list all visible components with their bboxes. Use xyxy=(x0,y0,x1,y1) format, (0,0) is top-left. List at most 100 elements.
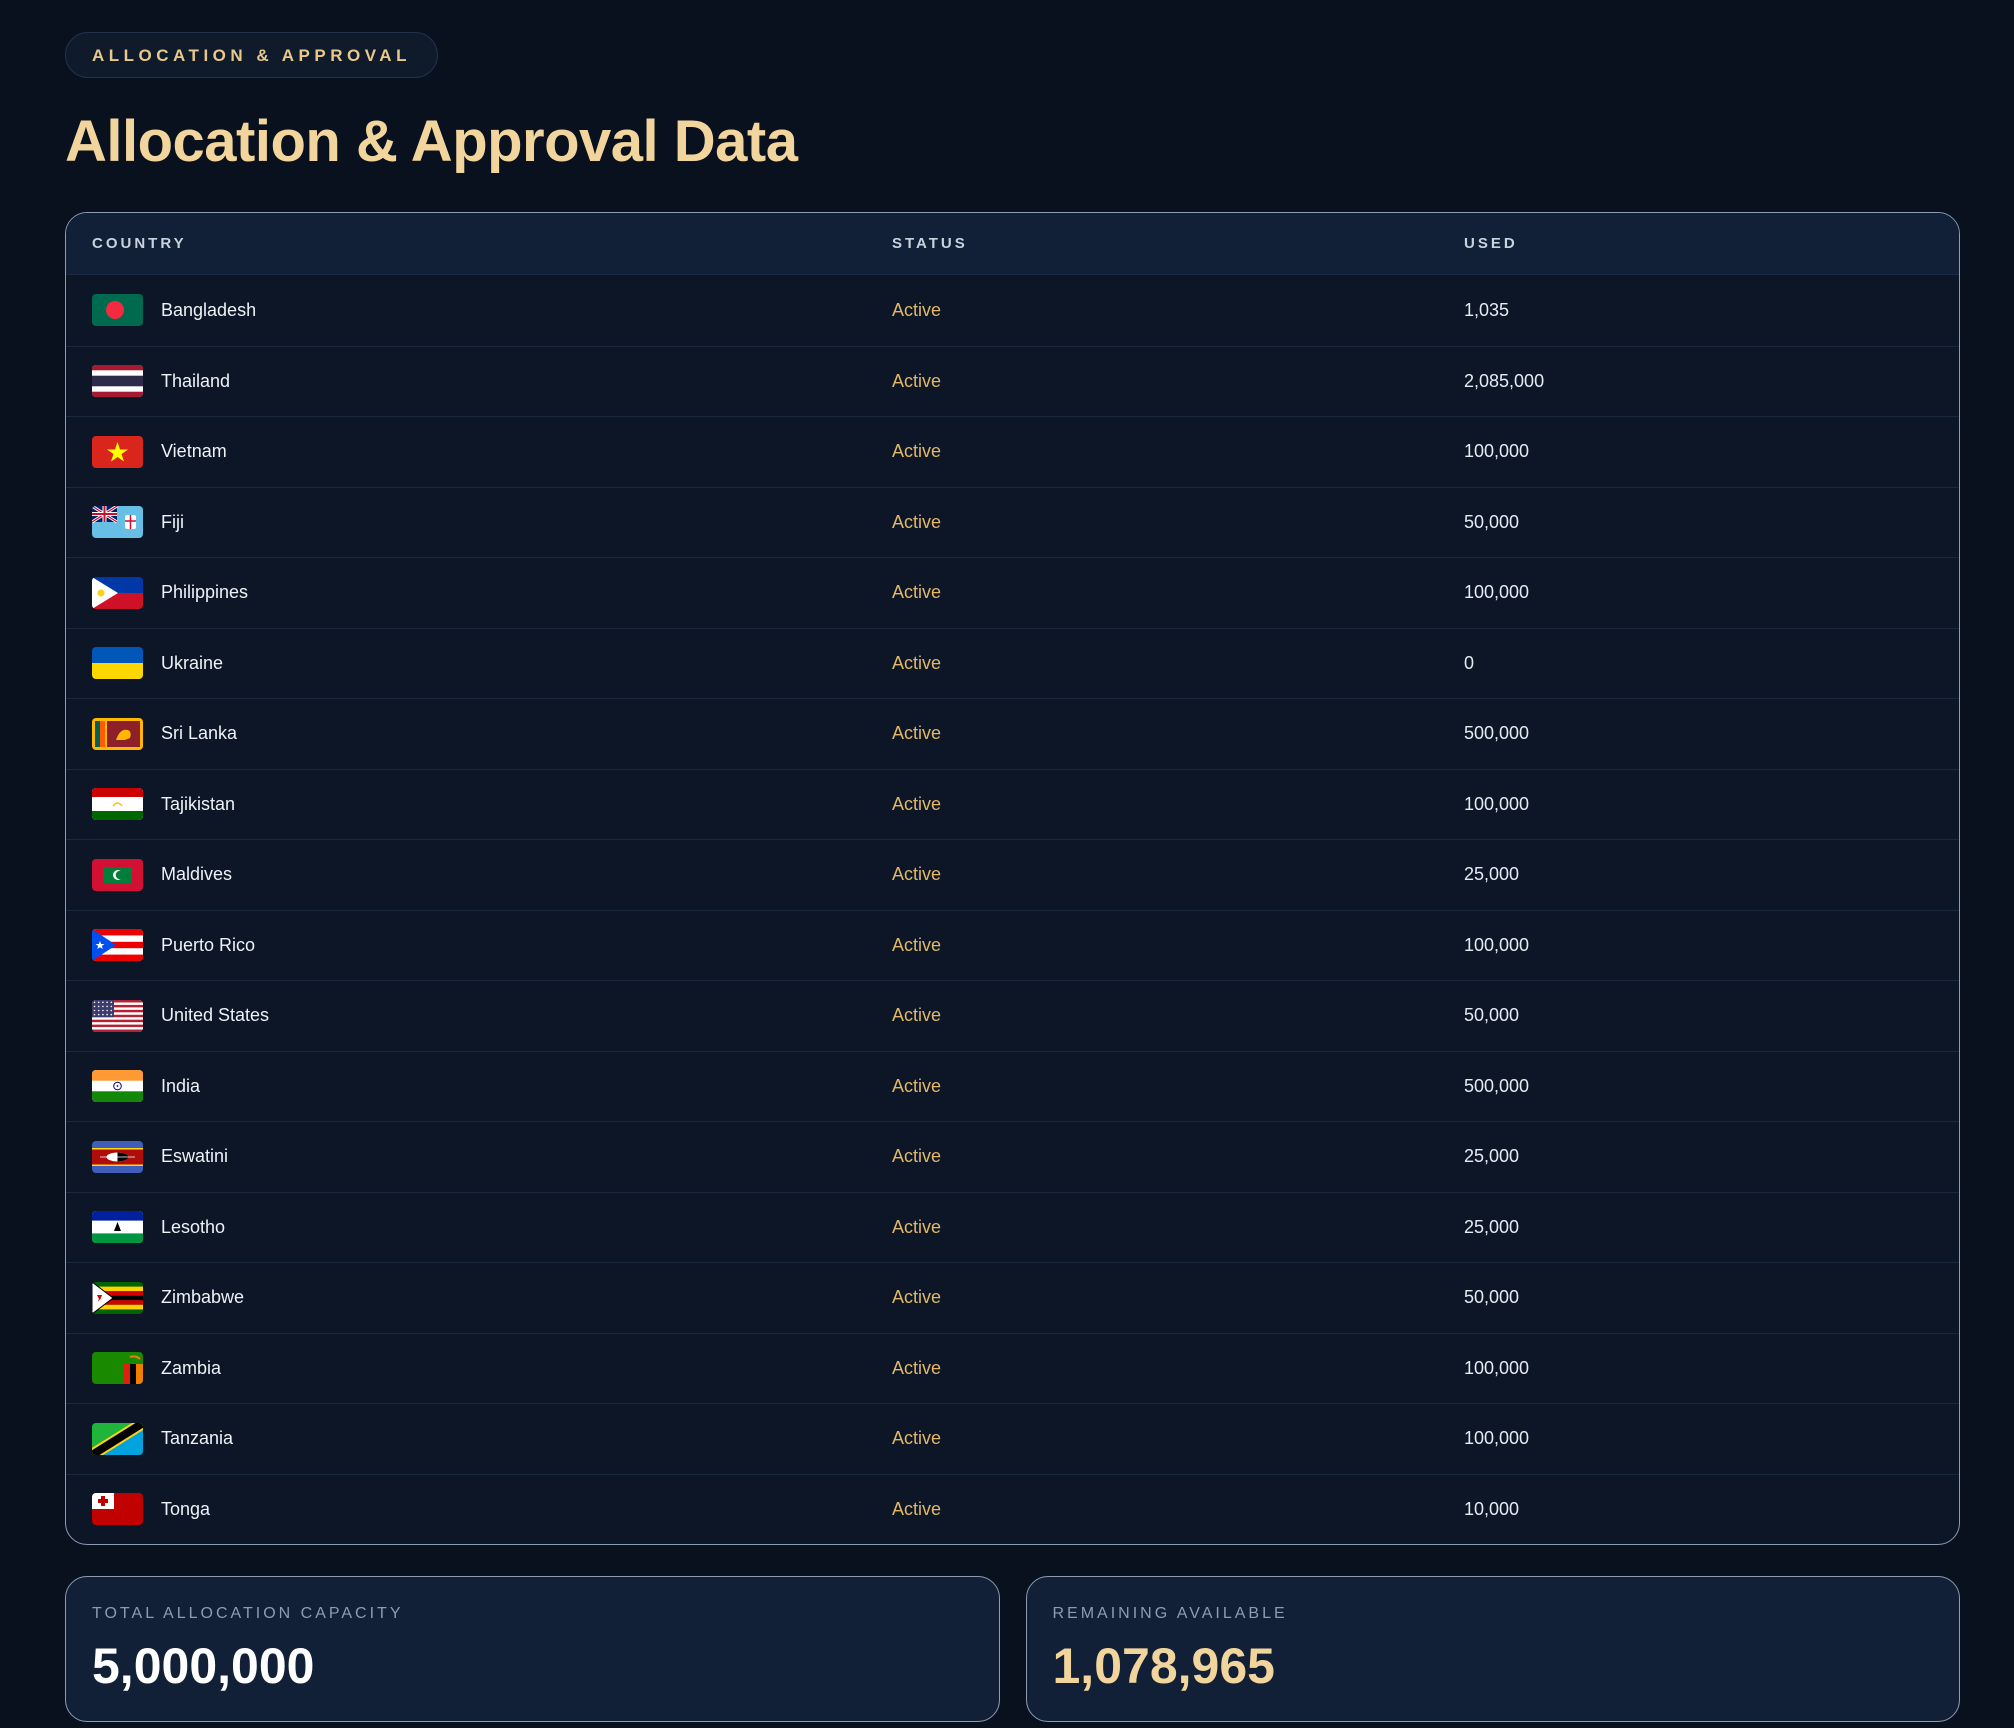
country-name: Lesotho xyxy=(161,1216,226,1237)
country-name: Vietnam xyxy=(161,441,227,462)
used-value: 50,000 xyxy=(1464,1005,1520,1026)
lesotho-flag-icon xyxy=(92,1211,143,1244)
sri-lanka-flag-icon xyxy=(92,717,143,750)
used-value: 10,000 xyxy=(1464,1498,1520,1519)
table-row[interactable]: Maldives Active 25,000 xyxy=(66,839,1959,910)
maldives-flag-icon xyxy=(92,858,143,891)
table-row[interactable]: Bangladesh Active 1,035 xyxy=(66,275,1959,346)
status-badge: Active xyxy=(892,864,942,885)
status-badge: Active xyxy=(892,441,942,462)
table-row[interactable]: Tonga Active 10,000 xyxy=(66,1473,1959,1545)
zimbabwe-flag-icon xyxy=(92,1281,143,1314)
used-value: 100,000 xyxy=(1464,441,1530,462)
page: ALLOCATION & APPROVAL Allocation & Appro… xyxy=(65,32,1960,1722)
used-value: 500,000 xyxy=(1464,723,1530,744)
table-row[interactable]: Sri Lanka Active 500,000 xyxy=(66,698,1959,769)
country-cell: Puerto Rico xyxy=(66,929,892,962)
bangladesh-flag-icon xyxy=(92,294,143,327)
table-row[interactable]: Zimbabwe Active 50,000 xyxy=(66,1262,1959,1333)
country-cell: Ukraine xyxy=(66,647,892,680)
country-name: Maldives xyxy=(161,864,233,885)
status-badge: Active xyxy=(892,1216,942,1237)
used-value: 100,000 xyxy=(1464,934,1530,955)
status-badge: Active xyxy=(892,793,942,814)
country-name: Zimbabwe xyxy=(161,1287,245,1308)
column-header-used[interactable]: USED xyxy=(1464,235,1959,252)
country-cell: Tanzania xyxy=(66,1422,892,1455)
vietnam-flag-icon xyxy=(92,435,143,468)
country-name: Tajikistan xyxy=(161,793,236,814)
table-row[interactable]: Ukraine Active 0 xyxy=(66,627,1959,699)
country-name: United States xyxy=(161,1005,270,1026)
allocation-table: COUNTRY STATUS USED Bangladesh Active 1,03… xyxy=(65,212,1960,1545)
table-row[interactable]: Philippines Active 100,000 xyxy=(66,557,1959,628)
used-value: 25,000 xyxy=(1464,864,1520,885)
country-cell: Thailand xyxy=(66,365,892,398)
country-cell: Eswatini xyxy=(66,1140,892,1173)
ukraine-flag-icon xyxy=(92,647,143,680)
country-name: Tonga xyxy=(161,1498,211,1519)
status-badge: Active xyxy=(892,299,942,320)
used-value: 500,000 xyxy=(1464,1075,1530,1096)
country-name: Tanzania xyxy=(161,1428,234,1449)
total-capacity-label: TOTAL ALLOCATION CAPACITY xyxy=(92,1605,404,1622)
status-badge: Active xyxy=(892,511,942,532)
country-cell: Tajikistan xyxy=(66,788,892,821)
india-flag-icon xyxy=(92,1070,143,1103)
table-row[interactable]: Tajikistan Active 100,000 xyxy=(66,768,1959,840)
table-row[interactable]: India Active 500,000 xyxy=(66,1050,1959,1122)
country-name: Bangladesh xyxy=(161,299,257,320)
total-capacity-value: 5,000,000 xyxy=(92,1638,315,1694)
country-name: Fiji xyxy=(161,511,184,532)
column-header-status[interactable]: STATUS xyxy=(892,235,1464,252)
table-row[interactable]: Eswatini Active 25,000 xyxy=(66,1121,1959,1192)
country-cell: Zimbabwe xyxy=(66,1281,892,1314)
country-cell: Vietnam xyxy=(66,435,892,468)
status-badge: Active xyxy=(892,370,942,391)
used-value: 100,000 xyxy=(1464,582,1530,603)
status-badge: Active xyxy=(892,1075,942,1096)
country-name: Ukraine xyxy=(161,652,224,673)
remaining-available-value: 1,078,965 xyxy=(1052,1638,1275,1694)
philippines-flag-icon xyxy=(92,576,143,609)
country-name: Eswatini xyxy=(161,1146,229,1167)
table-row[interactable]: United States Active 50,000 xyxy=(66,980,1959,1051)
used-value: 1,035 xyxy=(1464,299,1510,320)
country-cell: India xyxy=(66,1070,892,1103)
status-badge: Active xyxy=(892,1428,942,1449)
used-value: 0 xyxy=(1464,652,1475,673)
table-row[interactable]: Tanzania Active 100,000 xyxy=(66,1403,1959,1474)
united-states-flag-icon xyxy=(92,999,143,1032)
status-badge: Active xyxy=(892,652,942,673)
section-badge: ALLOCATION & APPROVAL xyxy=(65,32,438,78)
remaining-available-label: REMAINING AVAILABLE xyxy=(1052,1605,1288,1622)
status-badge: Active xyxy=(892,1498,942,1519)
table-row[interactable]: Puerto Rico Active 100,000 xyxy=(66,909,1959,981)
country-cell: Philippines xyxy=(66,576,892,609)
table-row[interactable]: Fiji Active 50,000 xyxy=(66,486,1959,558)
country-name: Zambia xyxy=(161,1357,222,1378)
used-value: 2,085,000 xyxy=(1464,370,1545,391)
table-row[interactable]: Lesotho Active 25,000 xyxy=(66,1191,1959,1263)
country-cell: Fiji xyxy=(66,506,892,539)
used-value: 50,000 xyxy=(1464,1287,1520,1308)
country-name: Sri Lanka xyxy=(161,723,238,744)
country-cell: Tonga xyxy=(66,1493,892,1526)
table-row[interactable]: Zambia Active 100,000 xyxy=(66,1332,1959,1404)
column-header-country[interactable]: COUNTRY xyxy=(66,235,892,252)
tajikistan-flag-icon xyxy=(92,788,143,821)
fiji-flag-icon xyxy=(92,506,143,539)
used-value: 100,000 xyxy=(1464,1357,1530,1378)
thailand-flag-icon xyxy=(92,365,143,398)
status-badge: Active xyxy=(892,1287,942,1308)
used-value: 25,000 xyxy=(1464,1146,1520,1167)
table-row[interactable]: Thailand Active 2,085,000 xyxy=(66,345,1959,417)
remaining-available-card: REMAINING AVAILABLE 1,078,965 xyxy=(1025,1576,1960,1722)
country-cell: Zambia xyxy=(66,1352,892,1385)
country-cell: Lesotho xyxy=(66,1211,892,1244)
country-name: Puerto Rico xyxy=(161,934,256,955)
table-row[interactable]: Vietnam Active 100,000 xyxy=(66,416,1959,487)
country-name: Thailand xyxy=(161,370,231,391)
used-value: 25,000 xyxy=(1464,1216,1520,1237)
tonga-flag-icon xyxy=(92,1493,143,1526)
